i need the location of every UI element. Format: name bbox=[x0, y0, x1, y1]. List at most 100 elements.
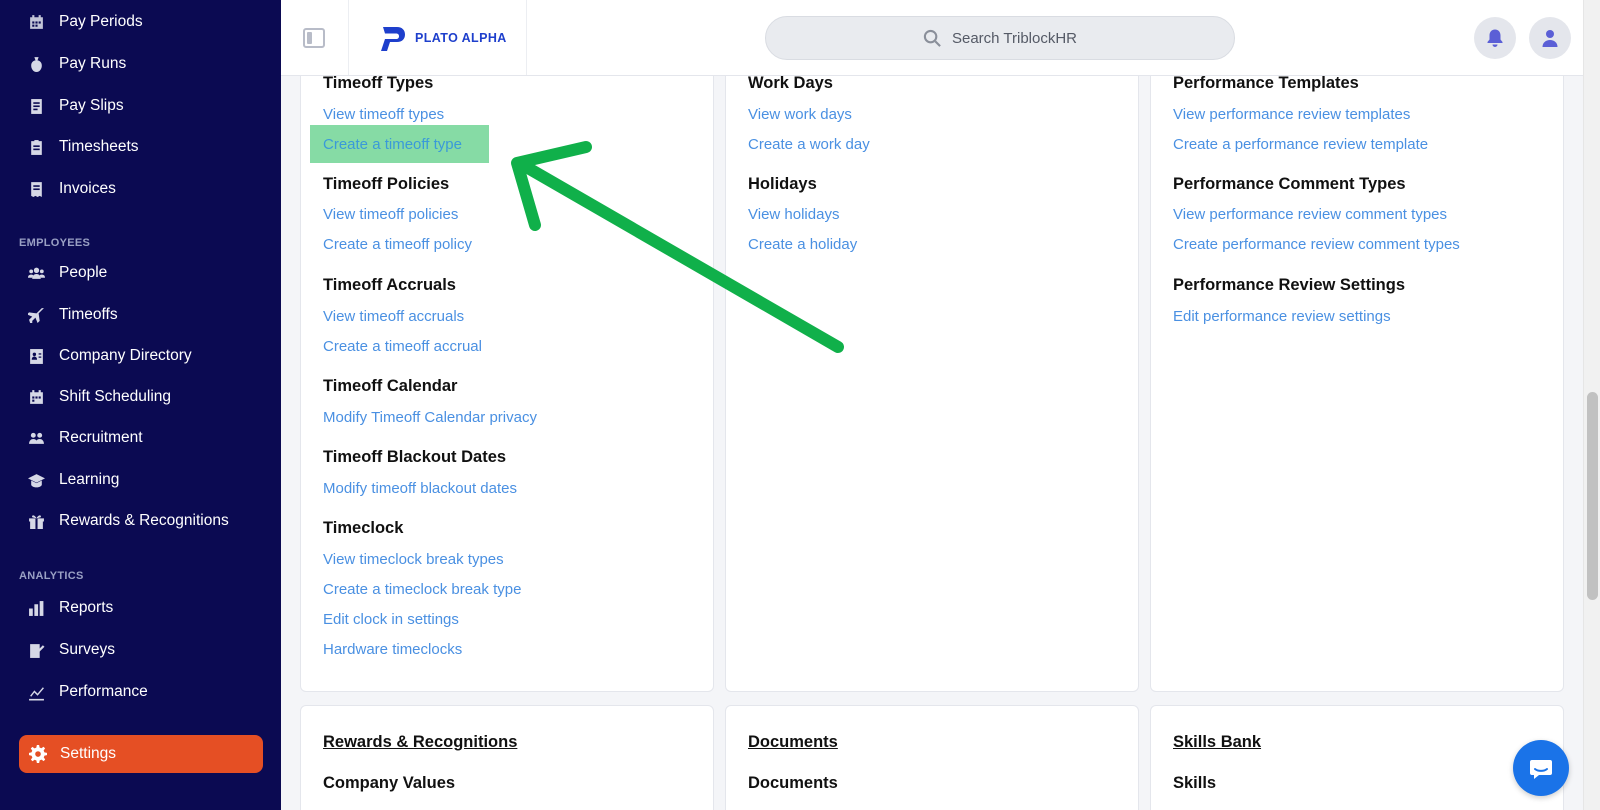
calendar-icon bbox=[27, 388, 45, 406]
sidebar-item-shift-scheduling[interactable]: Shift Scheduling bbox=[27, 382, 171, 412]
link-view-timeclock-break-types[interactable]: View timeclock break types bbox=[323, 551, 504, 568]
gear-icon bbox=[29, 745, 47, 763]
section-title-holidays: Holidays bbox=[748, 175, 817, 193]
calendar-icon bbox=[27, 13, 45, 31]
sidebar-item-label: Surveys bbox=[59, 641, 115, 658]
sidebar-item-reports[interactable]: Reports bbox=[27, 593, 113, 623]
directory-icon bbox=[27, 347, 45, 365]
link-modify-timeoff-calendar-privacy[interactable]: Modify Timeoff Calendar privacy bbox=[323, 409, 537, 426]
link-create-work-day[interactable]: Create a work day bbox=[748, 136, 870, 153]
profile-button[interactable] bbox=[1529, 17, 1571, 59]
clipboard-icon bbox=[27, 138, 45, 156]
sidebar-item-people[interactable]: People bbox=[27, 258, 107, 288]
scrollbar-thumb[interactable] bbox=[1587, 392, 1598, 600]
link-create-timeoff-policy[interactable]: Create a timeoff policy bbox=[323, 236, 472, 253]
section-title-documents: Documents bbox=[748, 774, 838, 792]
section-title-timeoff-blackout-dates: Timeoff Blackout Dates bbox=[323, 448, 507, 466]
user-icon bbox=[1542, 30, 1558, 47]
employees-section-label: EMPLOYEES bbox=[19, 237, 91, 249]
sidebar-item-pay-periods[interactable]: Pay Periods bbox=[27, 7, 143, 37]
link-view-holidays[interactable]: View holidays bbox=[748, 206, 839, 223]
section-title-timeoff-accruals: Timeoff Accruals bbox=[323, 276, 456, 294]
sidebar-item-invoices[interactable]: Invoices bbox=[27, 174, 116, 204]
sidebar-item-label: Timesheets bbox=[59, 138, 139, 155]
section-title-timeoff-calendar: Timeoff Calendar bbox=[323, 377, 458, 395]
section-title-performance-templates: Performance Templates bbox=[1173, 74, 1359, 92]
sidebar-item-label: Performance bbox=[59, 683, 148, 700]
link-view-performance-review-comment-types[interactable]: View performance review comment types bbox=[1173, 206, 1447, 223]
section-title-work-days: Work Days bbox=[748, 74, 833, 92]
sidebar: Pay Periods Pay Runs Pay Slips Timesheet… bbox=[0, 0, 281, 810]
link-edit-clock-in-settings[interactable]: Edit clock in settings bbox=[323, 611, 459, 628]
link-create-timeoff-accrual[interactable]: Create a timeoff accrual bbox=[323, 338, 482, 355]
sidebar-item-label: Timeoffs bbox=[59, 306, 118, 323]
section-title-timeclock: Timeclock bbox=[323, 519, 404, 537]
sidebar-item-settings[interactable]: Settings bbox=[19, 735, 263, 773]
sidebar-item-label: Pay Slips bbox=[59, 97, 124, 114]
sidebar-item-label: Shift Scheduling bbox=[59, 388, 172, 405]
section-title-skills: Skills bbox=[1173, 774, 1217, 792]
chat-bubble-icon bbox=[1530, 760, 1552, 779]
sidebar-item-timesheets[interactable]: Timesheets bbox=[27, 132, 139, 162]
sidebar-item-label: Learning bbox=[59, 471, 120, 488]
recruit-icon bbox=[27, 429, 45, 447]
rewards-card bbox=[300, 705, 714, 810]
sidebar-item-label: Invoices bbox=[59, 180, 116, 197]
section-title-timeoff-types: Timeoff Types bbox=[323, 74, 434, 92]
plato-logo-icon bbox=[381, 26, 405, 51]
link-hardware-timeclocks[interactable]: Hardware timeclocks bbox=[323, 641, 462, 658]
top-header: PLATO ALPHA Search TriblockHR bbox=[281, 0, 1583, 76]
sidebar-item-timeoffs[interactable]: Timeoffs bbox=[27, 300, 118, 330]
logo-text: PLATO ALPHA bbox=[415, 30, 507, 45]
link-create-performance-review-template[interactable]: Create a performance review template bbox=[1173, 136, 1428, 153]
page-scrollbar[interactable] bbox=[1583, 0, 1600, 810]
section-title-performance-review-settings: Performance Review Settings bbox=[1173, 276, 1405, 294]
sidebar-item-recruitment[interactable]: Recruitment bbox=[27, 423, 143, 453]
heading-rewards-recognitions[interactable]: Rewards & Recognitions bbox=[323, 733, 517, 752]
trend-icon bbox=[27, 683, 45, 701]
search-placeholder: Search TriblockHR bbox=[951, 29, 1078, 47]
skills-card bbox=[1150, 705, 1564, 810]
sidebar-item-company-directory[interactable]: Company Directory bbox=[27, 341, 192, 371]
documents-card bbox=[725, 705, 1139, 810]
sidebar-item-label: Settings bbox=[60, 745, 117, 762]
link-create-timeoff-type[interactable]: Create a timeoff type bbox=[323, 136, 462, 153]
link-view-performance-review-templates[interactable]: View performance review templates bbox=[1173, 106, 1410, 123]
sidebar-toggle-icon[interactable] bbox=[303, 28, 325, 48]
sidebar-item-performance[interactable]: Performance bbox=[27, 677, 148, 707]
sidebar-item-label: Company Directory bbox=[59, 347, 192, 364]
money-bag-icon bbox=[27, 55, 45, 73]
link-modify-timeoff-blackout-dates[interactable]: Modify timeoff blackout dates bbox=[323, 480, 517, 497]
sidebar-item-label: Pay Runs bbox=[59, 55, 127, 72]
sidebar-item-label: Pay Periods bbox=[59, 13, 143, 30]
search-icon bbox=[923, 29, 941, 47]
link-create-timeclock-break-type[interactable]: Create a timeclock break type bbox=[323, 581, 521, 598]
sidebar-item-label: People bbox=[59, 264, 108, 281]
sidebar-item-pay-slips[interactable]: Pay Slips bbox=[27, 91, 124, 121]
sidebar-item-learning[interactable]: Learning bbox=[27, 465, 119, 495]
link-create-holiday[interactable]: Create a holiday bbox=[748, 236, 857, 253]
section-title-timeoff-policies: Timeoff Policies bbox=[323, 175, 450, 193]
plane-icon bbox=[27, 306, 45, 324]
sidebar-item-pay-runs[interactable]: Pay Runs bbox=[27, 49, 126, 79]
sidebar-item-surveys[interactable]: Surveys bbox=[27, 635, 115, 665]
sidebar-item-rewards[interactable]: Rewards & Recognitions bbox=[27, 506, 229, 536]
sidebar-item-label: Recruitment bbox=[59, 429, 143, 446]
search-input[interactable]: Search TriblockHR bbox=[765, 16, 1235, 60]
people-icon bbox=[27, 264, 45, 282]
link-view-work-days[interactable]: View work days bbox=[748, 106, 852, 123]
link-view-timeoff-policies[interactable]: View timeoff policies bbox=[323, 206, 458, 223]
bell-icon bbox=[1487, 29, 1503, 47]
chat-button[interactable] bbox=[1513, 740, 1569, 796]
link-edit-performance-review-settings[interactable]: Edit performance review settings bbox=[1173, 308, 1391, 325]
logo[interactable]: PLATO ALPHA bbox=[348, 0, 527, 75]
heading-documents[interactable]: Documents bbox=[748, 733, 838, 752]
heading-skills-bank[interactable]: Skills Bank bbox=[1173, 733, 1261, 752]
sidebar-item-label: Reports bbox=[59, 599, 114, 616]
notifications-button[interactable] bbox=[1474, 17, 1516, 59]
link-view-timeoff-accruals[interactable]: View timeoff accruals bbox=[323, 308, 464, 325]
link-create-performance-review-comment-types[interactable]: Create performance review comment types bbox=[1173, 236, 1460, 253]
survey-icon bbox=[27, 641, 45, 659]
sidebar-item-label: Rewards & Recognitions bbox=[59, 512, 229, 529]
link-view-timeoff-types[interactable]: View timeoff types bbox=[323, 106, 444, 123]
